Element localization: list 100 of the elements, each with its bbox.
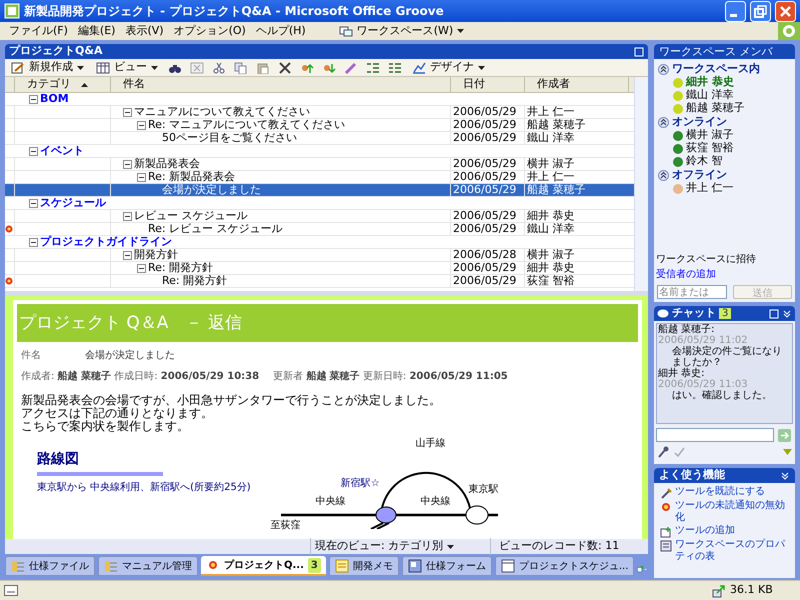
toolbar-button[interactable]: 新規作成 bbox=[9, 59, 86, 76]
name-input-field[interactable]: 名前または bbox=[657, 285, 727, 299]
menu-item[interactable]: 編集(E) bbox=[72, 22, 120, 40]
body-text: アクセスは下記の通りとなります。 bbox=[21, 407, 214, 420]
window-title: 新製品開発プロジェクト - プロジェクトQ&A - Microsoft Office Groove bbox=[24, 3, 445, 20]
date-cell: 2006/05/29 bbox=[451, 223, 525, 235]
collapse-toggle-icon[interactable] bbox=[137, 172, 146, 182]
panel-title: ワークスペース メンバ bbox=[654, 44, 795, 59]
task-link[interactable]: ツールを既読にする bbox=[675, 486, 765, 498]
form-header: プロジェクト Q＆A － 返信 bbox=[17, 304, 638, 342]
table-row[interactable]: Re: マニュアルについて教えてください 2006/05/29 船越 菜穂子 bbox=[5, 119, 634, 132]
tool-tab[interactable]: プロジェクトQ... 3 bbox=[201, 556, 326, 576]
tool-tab[interactable]: 開発メモ bbox=[328, 556, 399, 576]
table-row[interactable]: レビュー スケジュール 2006/05/29 細井 恭史 bbox=[5, 210, 634, 223]
column-header[interactable]: カテゴリ bbox=[15, 77, 111, 92]
body-text: こちらで案内状を製作します。 bbox=[21, 420, 189, 433]
date-cell: 2006/05/29 bbox=[451, 171, 525, 183]
copy-icon[interactable] bbox=[234, 62, 248, 74]
collapse-toggle-icon[interactable] bbox=[29, 94, 38, 104]
close-icon[interactable] bbox=[775, 0, 796, 22]
table-row[interactable]: マニュアルについて教えてください 2006/05/29 井上 仁一 bbox=[5, 106, 634, 119]
workspace-menu[interactable]: ワークスペース(W) bbox=[334, 22, 468, 40]
spell-check-icon[interactable] bbox=[673, 446, 685, 458]
collapse-toggle-icon[interactable] bbox=[137, 264, 146, 272]
view-selector[interactable]: 現在のビュー: カテゴリ別 bbox=[310, 538, 490, 555]
table-row[interactable]: 開発方針 2006/05/28 横井 淑子 bbox=[5, 249, 634, 262]
minimize-icon[interactable] bbox=[725, 0, 746, 22]
table-row[interactable]: 新製品発表会 2006/05/29 横井 淑子 bbox=[5, 158, 634, 171]
column-header[interactable]: 件名 bbox=[111, 77, 451, 92]
map-caption: 東京駅から 中央線利用、新宿駅へ(所要約25分) bbox=[37, 480, 251, 495]
transfer-icon bbox=[712, 584, 726, 598]
task-link[interactable]: ツールの未読通知の無効化 bbox=[675, 500, 789, 524]
tool-tab[interactable]: 仕様ファイル bbox=[5, 556, 95, 576]
table-row[interactable]: Re: レビュー スケジュール 2006/05/29 鐵山 洋幸 bbox=[5, 223, 634, 236]
author-cell-text: 井上 仁一 bbox=[526, 171, 576, 183]
category-label[interactable]: スケジュール bbox=[40, 197, 106, 209]
collapse-toggle-icon[interactable] bbox=[29, 238, 38, 246]
table-row[interactable]: Re: 開発方針 2006/05/29 細井 恭史 bbox=[5, 262, 634, 275]
expand-icon[interactable] bbox=[388, 62, 402, 74]
subject-value: 会場が決定しました bbox=[85, 348, 175, 363]
table-row[interactable]: 50ページ目をご覧ください 2006/05/29 鐵山 洋幸 bbox=[5, 132, 634, 145]
collapse-toggle-icon[interactable] bbox=[658, 116, 669, 128]
task-link[interactable]: ワークスペースのプロパティの表 bbox=[675, 539, 789, 563]
collapse-toggle-icon[interactable] bbox=[137, 120, 146, 130]
menu-item[interactable]: 表示(V) bbox=[120, 22, 169, 40]
tool-tab[interactable]: マニュアル管理 bbox=[98, 556, 198, 576]
app-icon bbox=[4, 3, 20, 19]
table-row[interactable]: 会場が決定しました 2006/05/29 船越 菜穂子 bbox=[5, 184, 634, 197]
table-row[interactable]: Re: 開発方針 2006/05/29 荻窪 智裕 bbox=[5, 275, 634, 288]
restore-icon[interactable] bbox=[750, 0, 771, 22]
column-header[interactable]: 作成者 bbox=[525, 77, 629, 92]
toolbar-button[interactable]: デザイナ bbox=[410, 59, 487, 76]
category-label[interactable]: イベント bbox=[40, 145, 84, 157]
x-icon[interactable] bbox=[278, 62, 292, 74]
meta-text: 作成者: 船越 菜穂子 作成日時: 2006/05/29 10:38 bbox=[21, 370, 260, 384]
map-label: 中央線 bbox=[420, 497, 451, 507]
subject-cell: 50ページ目をご覧ください bbox=[162, 132, 297, 144]
status-icon bbox=[4, 585, 18, 596]
paste-icon[interactable] bbox=[256, 62, 270, 74]
collapse-toggle-icon[interactable] bbox=[123, 160, 132, 168]
add-page-icon bbox=[660, 526, 672, 538]
cut-icon[interactable] bbox=[212, 62, 226, 74]
category-label[interactable]: プロジェクトガイドライン bbox=[40, 236, 172, 248]
date-cell: 2006/05/28 bbox=[451, 249, 525, 261]
collapse-icon[interactable] bbox=[366, 62, 380, 74]
record-count: ビューのレコード数: 11 bbox=[490, 538, 620, 555]
collapse-toggle-icon[interactable] bbox=[123, 250, 132, 260]
menu-item[interactable]: オプション(O) bbox=[168, 22, 251, 40]
undock-icon[interactable] bbox=[634, 46, 644, 56]
workspace-icon bbox=[338, 25, 353, 37]
tool-tab[interactable]: プロジェクトスケジュ... bbox=[494, 556, 634, 576]
author-cell-text: 鐵山 洋幸 bbox=[526, 132, 576, 144]
undock-icon[interactable] bbox=[769, 308, 779, 318]
scrollbar[interactable] bbox=[634, 77, 648, 291]
body-text: 新製品発表会の会場ですが、小田急サザンタワーで行うことが決定しました。 bbox=[21, 394, 442, 407]
microphone-icon[interactable] bbox=[657, 446, 669, 458]
menu-item[interactable]: ファイル(F) bbox=[4, 22, 73, 40]
chat-input-field[interactable] bbox=[656, 428, 774, 442]
toolbar-button[interactable]: ビュー bbox=[94, 59, 160, 76]
pen-icon bbox=[660, 487, 672, 499]
file-size: 36.1 KB bbox=[729, 582, 774, 598]
collapse-toggle-icon[interactable] bbox=[658, 64, 669, 74]
add-recipient-link[interactable]: 受信者の追加 bbox=[656, 267, 716, 282]
author-cell-text: 細井 恭史 bbox=[526, 262, 576, 274]
collapse-toggle-icon[interactable] bbox=[29, 146, 38, 156]
collapse-toggle-icon[interactable] bbox=[123, 212, 132, 220]
collapse-toggle-icon[interactable] bbox=[29, 198, 38, 208]
sort-ascending-icon bbox=[81, 82, 88, 86]
tool-tab[interactable]: 仕様フォーム bbox=[402, 556, 492, 576]
menu-item[interactable]: ヘルプ(H) bbox=[250, 22, 311, 40]
column-header[interactable]: 日付 bbox=[451, 77, 525, 92]
category-label[interactable]: BOM bbox=[40, 93, 69, 105]
subject-cell: Re: レビュー スケジュール bbox=[148, 223, 283, 235]
chat-message: はい。確認しました。 bbox=[671, 390, 773, 401]
subject-cell: レビュー スケジュール bbox=[134, 210, 248, 222]
task-link[interactable]: ツールの追加 bbox=[675, 525, 735, 537]
collapse-toggle-icon[interactable] bbox=[123, 108, 132, 116]
chat-message: 会場決定の件ご覧になりましたか？ bbox=[672, 346, 783, 368]
collapse-toggle-icon[interactable] bbox=[658, 170, 669, 180]
date-cell: 2006/05/29 bbox=[451, 158, 525, 170]
